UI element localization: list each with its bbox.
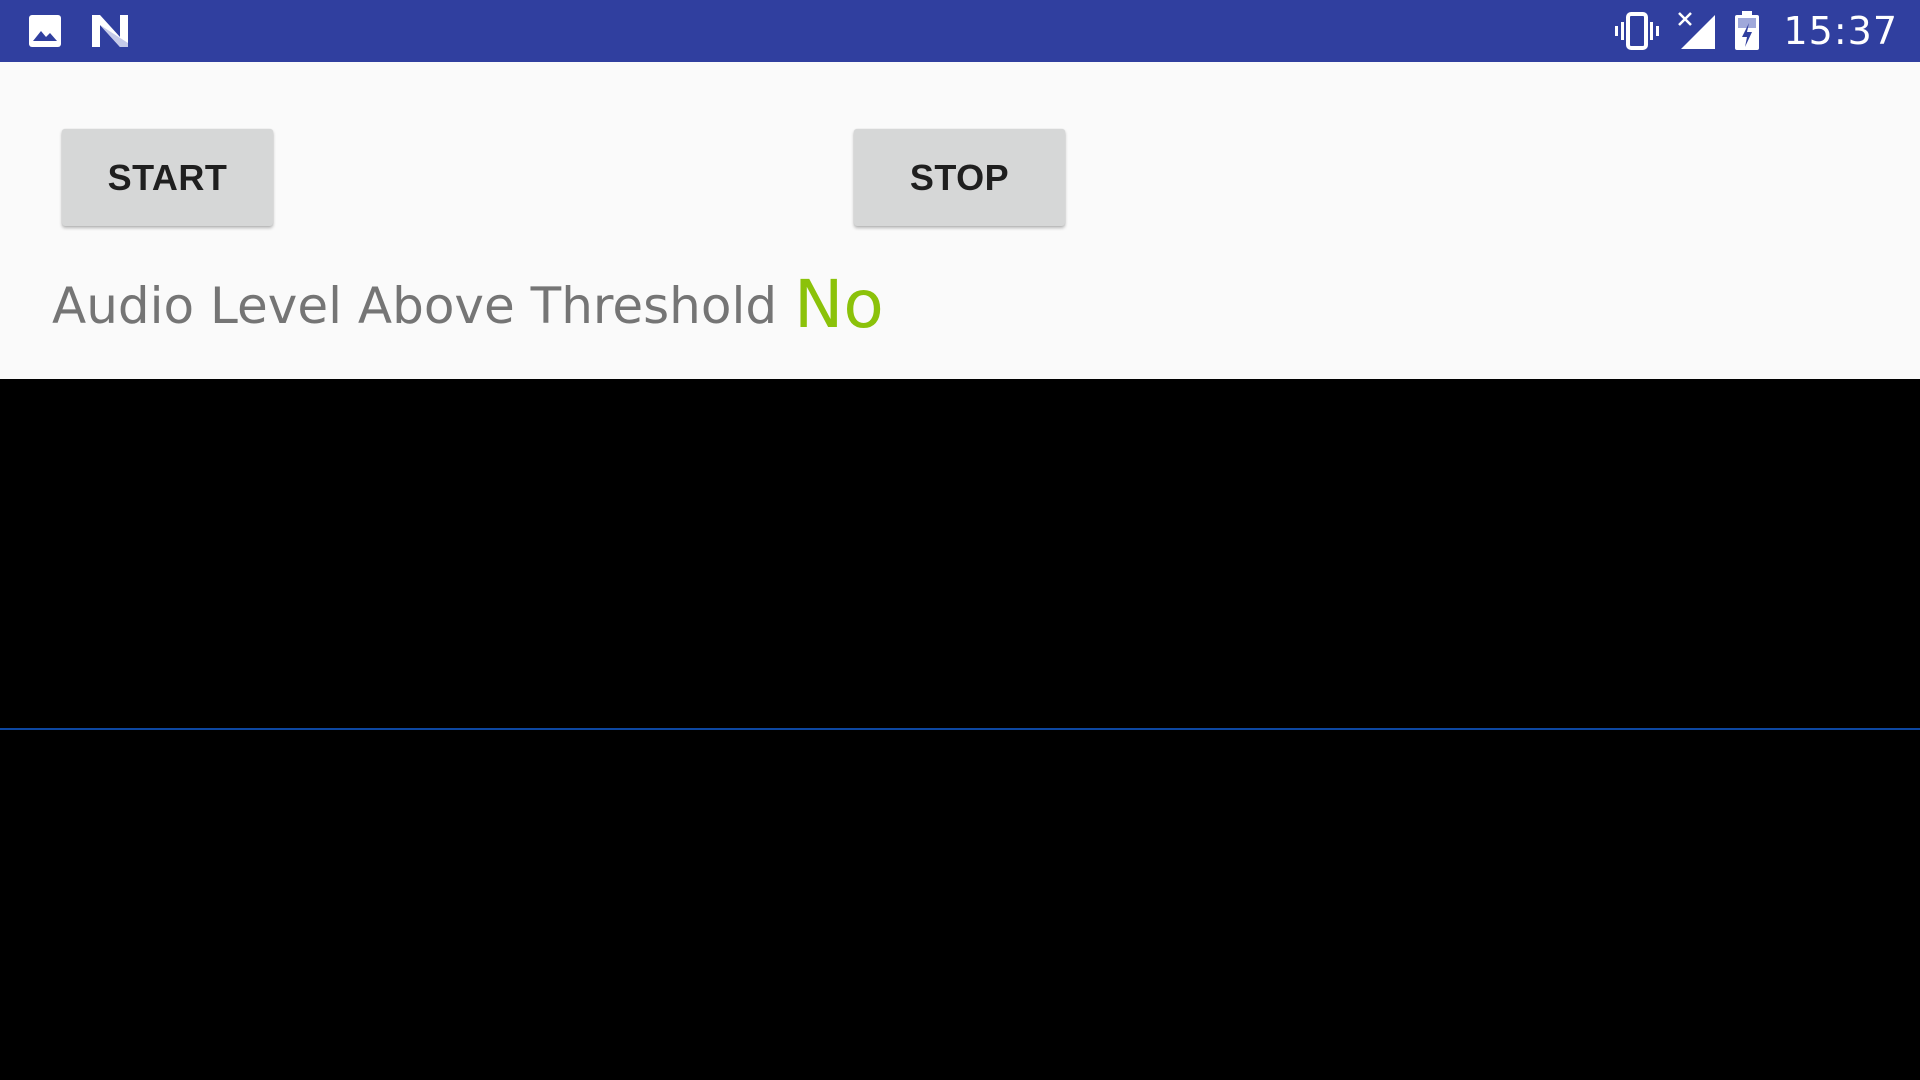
vibrate-icon <box>1613 12 1661 50</box>
control-panel: START STOP Audio Level Above Threshold N… <box>0 62 1920 379</box>
no-signal-icon <box>1677 11 1717 51</box>
threshold-label: Audio Level Above Threshold <box>52 277 778 335</box>
image-icon <box>28 14 62 48</box>
n-logo-icon <box>90 13 130 49</box>
notification-icons <box>28 12 130 50</box>
start-button[interactable]: START <box>62 129 273 226</box>
system-icons: 15:37 <box>1613 9 1898 53</box>
stop-button[interactable]: STOP <box>854 129 1065 226</box>
battery-charging-icon <box>1733 11 1761 51</box>
waveform-canvas <box>0 728 1920 730</box>
audio-waveform-view <box>0 379 1920 1080</box>
status-bar: 15:37 <box>0 0 1920 62</box>
clock: 15:37 <box>1783 9 1898 53</box>
threshold-status: No <box>794 266 884 343</box>
